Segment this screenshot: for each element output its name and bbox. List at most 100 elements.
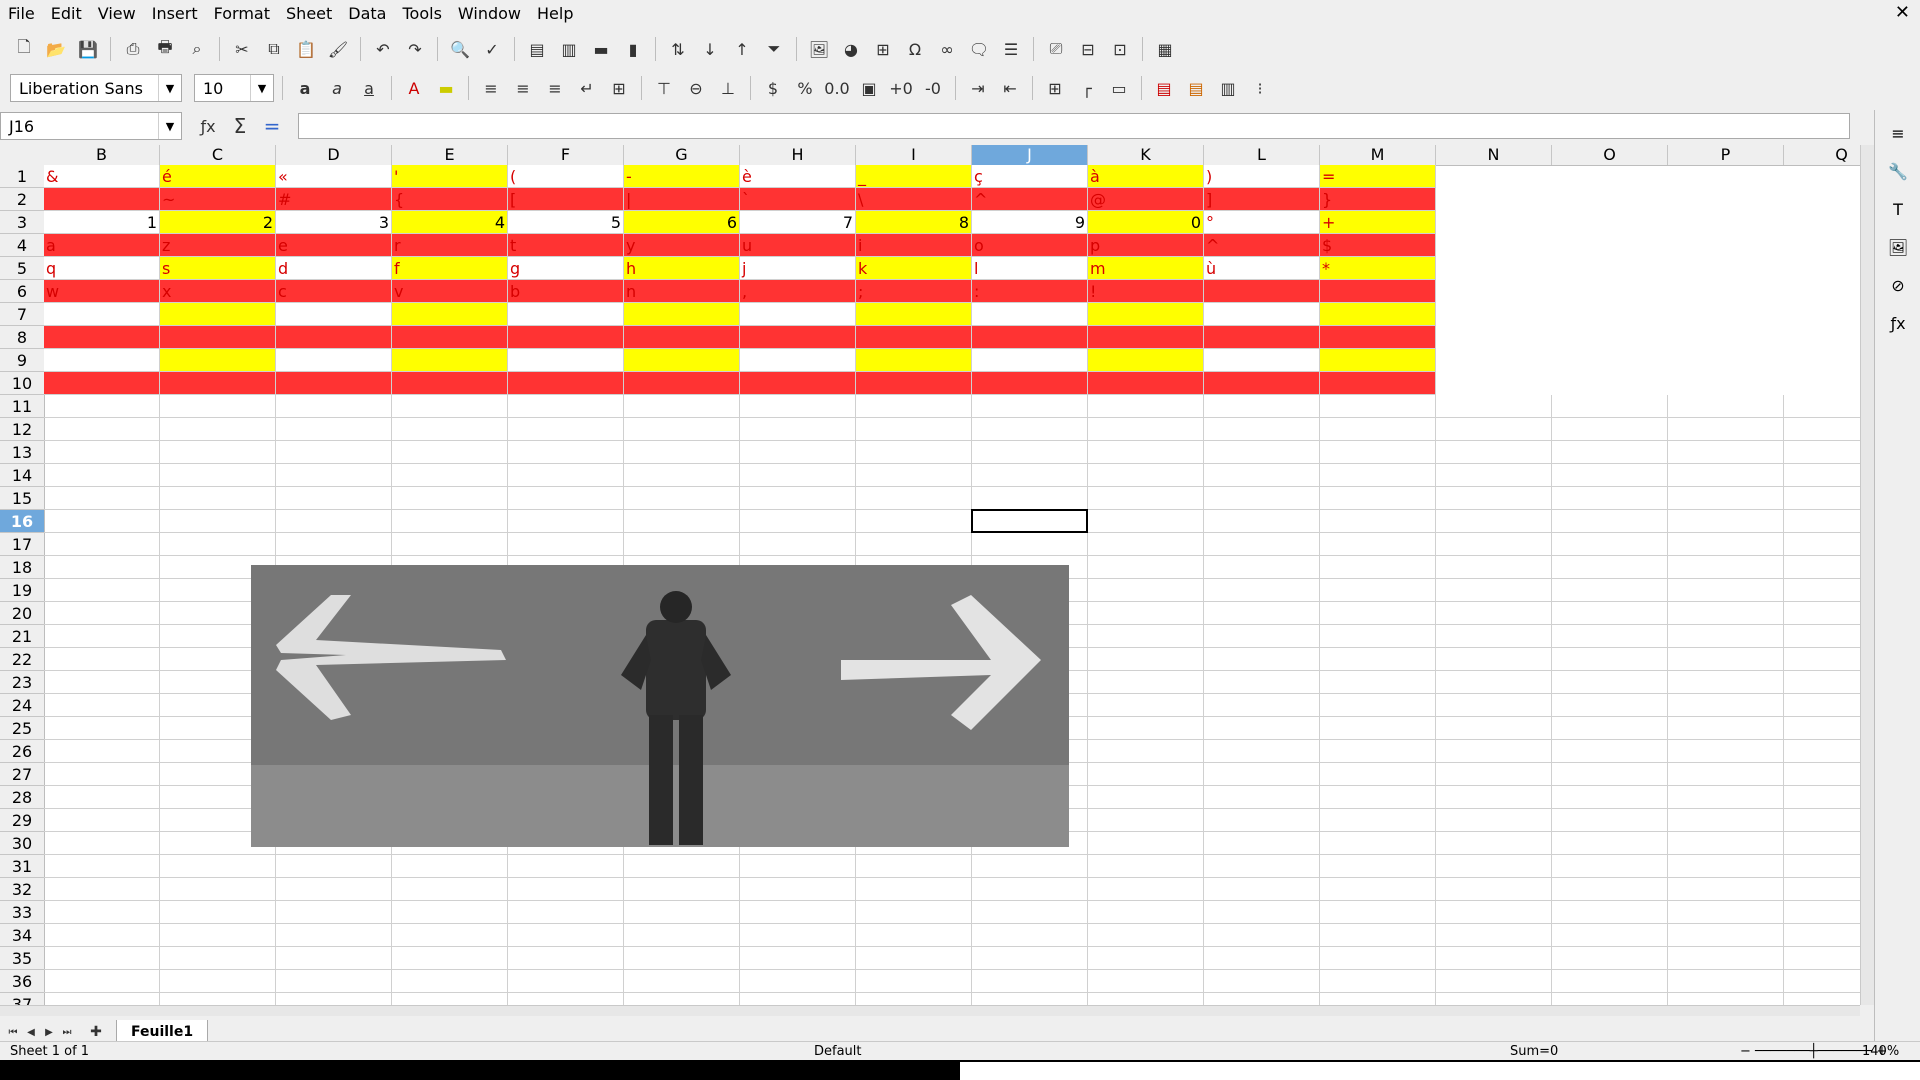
font-size-combo[interactable]: 10 ▼	[194, 74, 274, 102]
special-character-icon[interactable]: Ω	[901, 35, 929, 63]
cell-K10[interactable]	[1088, 372, 1204, 395]
row-header-13[interactable]: 13	[0, 441, 44, 464]
row-header-2[interactable]: 2	[0, 188, 44, 211]
sum-icon[interactable]: Σ	[226, 112, 254, 140]
cell-J5[interactable]: l	[972, 257, 1088, 280]
cell-J1[interactable]: ç	[972, 165, 1088, 188]
cell-D10[interactable]	[276, 372, 392, 395]
cell-L1[interactable]: )	[1204, 165, 1320, 188]
cell-M8[interactable]	[1320, 326, 1436, 349]
cell-E4[interactable]: r	[392, 234, 508, 257]
cell-F7[interactable]	[508, 303, 624, 326]
increase-indent-icon[interactable]: ⇥	[964, 74, 992, 102]
cell-I6[interactable]: ;	[856, 280, 972, 303]
cell-E5[interactable]: f	[392, 257, 508, 280]
cell-H2[interactable]: `	[740, 188, 856, 211]
define-print-area-icon[interactable]: ⎚	[1042, 35, 1070, 63]
vertical-scrollbar[interactable]	[1860, 145, 1875, 1005]
cell-E2[interactable]: {	[392, 188, 508, 211]
row-header-27[interactable]: 27	[0, 763, 44, 786]
cell-G2[interactable]: |	[624, 188, 740, 211]
cell-K1[interactable]: à	[1088, 165, 1204, 188]
show-draw-functions-icon[interactable]: ▦	[1151, 35, 1179, 63]
merge-cells-icon[interactable]: ⊞	[605, 74, 633, 102]
styles-icon[interactable]: T	[1883, 194, 1913, 224]
cell-C1[interactable]: é	[160, 165, 276, 188]
row-header-32[interactable]: 32	[0, 878, 44, 901]
column-header-O[interactable]: O	[1552, 145, 1668, 165]
cell-C8[interactable]	[160, 326, 276, 349]
column-header-G[interactable]: G	[624, 145, 740, 165]
properties-icon[interactable]: 🔧	[1883, 156, 1913, 186]
cell-B8[interactable]	[44, 326, 160, 349]
save-icon[interactable]: 💾	[74, 35, 102, 63]
cell-G10[interactable]	[624, 372, 740, 395]
cell-C3[interactable]: 2	[160, 211, 276, 234]
column-header-L[interactable]: L	[1204, 145, 1320, 165]
menu-file[interactable]: File	[0, 0, 43, 28]
row-header-34[interactable]: 34	[0, 924, 44, 947]
cell-G5[interactable]: h	[624, 257, 740, 280]
cell-H3[interactable]: 7	[740, 211, 856, 234]
cell-D1[interactable]: «	[276, 165, 392, 188]
border-style-icon[interactable]: ┌	[1073, 74, 1101, 102]
menu-tools[interactable]: Tools	[394, 0, 449, 28]
cell-F2[interactable]: [	[508, 188, 624, 211]
percent-format-icon[interactable]: %	[791, 74, 819, 102]
column-header-C[interactable]: C	[160, 145, 276, 165]
cell-I4[interactable]: i	[856, 234, 972, 257]
row-header-28[interactable]: 28	[0, 786, 44, 809]
border-color-icon[interactable]: ▭	[1105, 74, 1133, 102]
cell-I1[interactable]: _	[856, 165, 972, 188]
navigator-icon[interactable]: ⊘	[1883, 270, 1913, 300]
cell-I8[interactable]	[856, 326, 972, 349]
function-wizard-icon[interactable]: ƒx	[194, 112, 222, 140]
cell-K3[interactable]: 0	[1088, 211, 1204, 234]
conditional-format-icon[interactable]: ▤	[1150, 74, 1178, 102]
cell-D7[interactable]	[276, 303, 392, 326]
row-header-17[interactable]: 17	[0, 533, 44, 556]
cell-L8[interactable]	[1204, 326, 1320, 349]
cell-F9[interactable]	[508, 349, 624, 372]
row-header-14[interactable]: 14	[0, 464, 44, 487]
cell-J4[interactable]: o	[972, 234, 1088, 257]
cell-K8[interactable]	[1088, 326, 1204, 349]
cell-F3[interactable]: 5	[508, 211, 624, 234]
font-name-combo[interactable]: Liberation Sans ▼	[10, 74, 182, 102]
copy-icon[interactable]: ⧉	[260, 35, 288, 63]
cell-L4[interactable]: ^	[1204, 234, 1320, 257]
column-header-F[interactable]: F	[508, 145, 624, 165]
cell-J10[interactable]	[972, 372, 1088, 395]
row-header-30[interactable]: 30	[0, 832, 44, 855]
cell-M6[interactable]	[1320, 280, 1436, 303]
zoom-level[interactable]: 140%	[1862, 1042, 1899, 1061]
row-header-31[interactable]: 31	[0, 855, 44, 878]
row-header-18[interactable]: 18	[0, 556, 44, 579]
cell-C6[interactable]: x	[160, 280, 276, 303]
italic-icon[interactable]: a	[323, 74, 351, 102]
row-header-25[interactable]: 25	[0, 717, 44, 740]
insert-chart-icon[interactable]: ◕	[837, 35, 865, 63]
column-header-Q[interactable]: Q	[1784, 145, 1860, 165]
menu-format[interactable]: Format	[206, 0, 278, 28]
data-bar-icon[interactable]: ▥	[1214, 74, 1242, 102]
cell-B6[interactable]: w	[44, 280, 160, 303]
print-preview-icon[interactable]: ⌕	[183, 35, 211, 63]
underline-icon[interactable]: a	[355, 74, 383, 102]
cell-B2[interactable]	[44, 188, 160, 211]
column-header-E[interactable]: E	[392, 145, 508, 165]
name-box[interactable]: J16 ▼	[0, 112, 182, 140]
align-right-icon[interactable]: ≡	[541, 74, 569, 102]
cell-F4[interactable]: t	[508, 234, 624, 257]
cell-M3[interactable]: +	[1320, 211, 1436, 234]
formula-input[interactable]	[298, 113, 1850, 139]
currency-format-icon[interactable]: $	[759, 74, 787, 102]
cell-E9[interactable]	[392, 349, 508, 372]
pivot-table-icon[interactable]: ⊞	[869, 35, 897, 63]
cell-I7[interactable]	[856, 303, 972, 326]
insert-image-icon[interactable]: 🖼	[805, 35, 833, 63]
cell-H8[interactable]	[740, 326, 856, 349]
find-replace-icon[interactable]: 🔍	[446, 35, 474, 63]
spellcheck-icon[interactable]: ✓	[478, 35, 506, 63]
row-header-1[interactable]: 1	[0, 165, 44, 188]
